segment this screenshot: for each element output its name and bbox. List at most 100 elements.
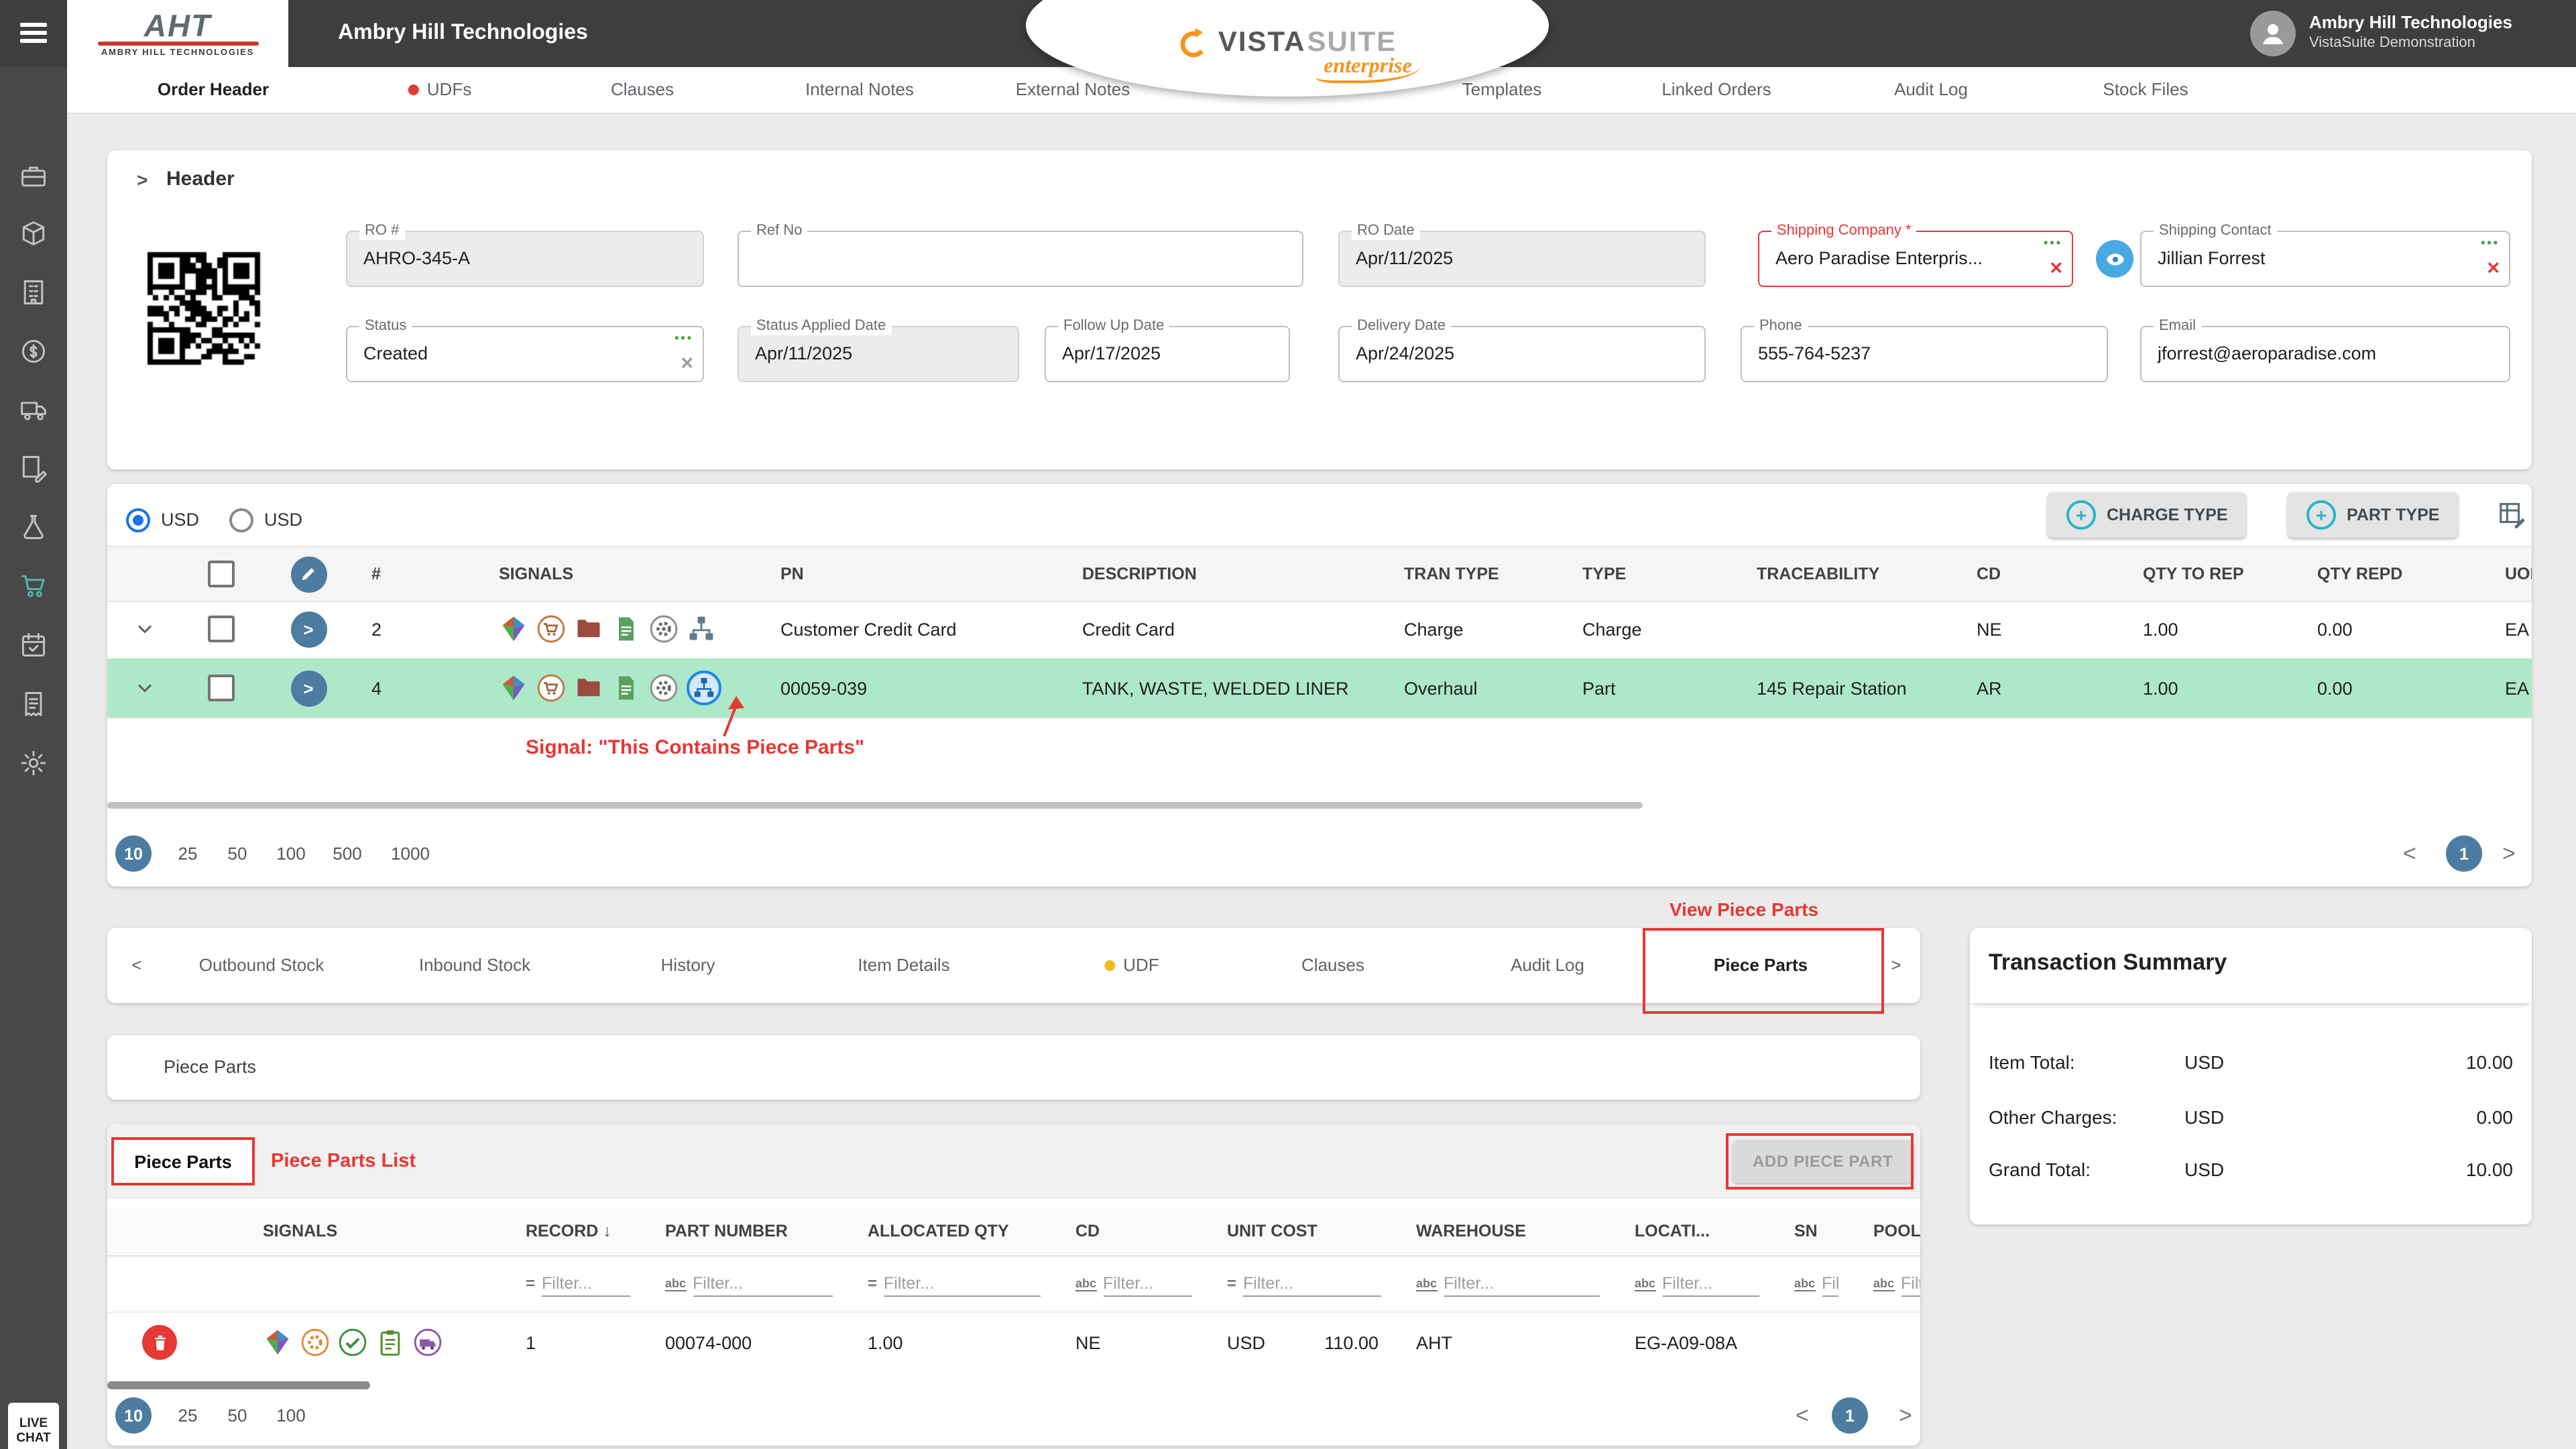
gear-signal-icon[interactable] xyxy=(649,673,679,703)
hamburger-menu-icon[interactable] xyxy=(20,23,47,44)
cd-filter-input[interactable] xyxy=(1103,1271,1192,1296)
horizontal-scrollbar[interactable] xyxy=(107,802,1643,809)
shipping-truck-icon[interactable] xyxy=(19,394,48,424)
phone-field[interactable]: Phone 555-764-5237 xyxy=(1741,326,2108,382)
detail-tabs-scroll-left-icon[interactable]: < xyxy=(131,928,141,1003)
calendar-check-icon[interactable] xyxy=(19,630,48,660)
van-signal-icon[interactable] xyxy=(413,1328,443,1357)
expand-row-icon[interactable] xyxy=(107,617,181,641)
numeric-filter-icon[interactable]: = xyxy=(1227,1277,1236,1290)
record-col-header[interactable]: RECORD ↓ xyxy=(510,1222,649,1240)
tab-linked-orders[interactable]: Linked Orders xyxy=(1661,67,1771,113)
cart-signal-icon[interactable] xyxy=(536,614,566,644)
follow-up-date-field[interactable]: Follow Up Date Apr/17/2025 xyxy=(1045,326,1290,382)
page-size-100[interactable]: 100 xyxy=(276,835,305,872)
unit-cost-filter-input[interactable] xyxy=(1243,1271,1381,1296)
tab-clauses[interactable]: Clauses xyxy=(611,67,674,113)
open-row-button[interactable]: > xyxy=(261,611,355,647)
expand-row-icon[interactable] xyxy=(107,676,181,700)
briefcase-icon[interactable] xyxy=(19,161,48,190)
sales-dollar-icon[interactable] xyxy=(19,337,48,366)
check-signal-icon[interactable] xyxy=(338,1328,367,1357)
detail-tab-udf[interactable]: UDF xyxy=(1104,928,1159,1003)
prev-page-icon[interactable]: < xyxy=(1796,1397,1809,1434)
page-size-50[interactable]: 50 xyxy=(228,1397,247,1434)
text-filter-icon[interactable]: abc xyxy=(665,1276,686,1291)
shipping-contact-field[interactable]: Shipping Contact Jillian Forrest ••• × xyxy=(2140,231,2510,287)
status-field[interactable]: Status Created ••• × xyxy=(346,326,704,382)
text-filter-icon[interactable]: abc xyxy=(1416,1276,1437,1291)
cart-signal-icon[interactable] xyxy=(536,673,566,703)
gem-signal-icon[interactable] xyxy=(499,614,528,644)
text-filter-icon[interactable]: abc xyxy=(1794,1276,1815,1291)
page-size-100[interactable]: 100 xyxy=(276,1397,305,1434)
current-page-button[interactable]: 1 xyxy=(2446,835,2482,872)
aht-logo[interactable]: AHT AMBRY HILL TECHNOLOGIES xyxy=(67,0,288,67)
next-page-icon[interactable]: > xyxy=(2502,835,2516,872)
detail-tab-audit-log[interactable]: Audit Log xyxy=(1511,928,1584,1003)
page-size-25[interactable]: 25 xyxy=(178,835,198,872)
next-page-icon[interactable]: > xyxy=(1899,1397,1912,1434)
shipping-company-field[interactable]: Shipping Company * Aero Paradise Enterpr… xyxy=(1758,231,2073,287)
page-size-50[interactable]: 50 xyxy=(228,835,247,872)
tab-stock-files[interactable]: Stock Files xyxy=(2103,67,2188,113)
email-field[interactable]: Email jforrest@aeroparadise.com xyxy=(2140,326,2510,382)
detail-tab-history[interactable]: History xyxy=(661,928,715,1003)
gear-orange-signal-icon[interactable] xyxy=(300,1328,330,1357)
shipping-contact-more-icon[interactable]: ••• xyxy=(2481,236,2500,249)
detail-tab-inbound-stock[interactable]: Inbound Stock xyxy=(419,928,530,1003)
row-checkbox[interactable] xyxy=(181,616,261,642)
page-size-10[interactable]: 10 xyxy=(115,1397,152,1434)
order-item-row-2-selected[interactable]: > 4 00059-039 TANK, WASTE, WELDED LINER … xyxy=(107,658,2532,719)
file-signal-icon[interactable] xyxy=(611,614,641,644)
order-item-row-1[interactable]: > 2 Customer Credit Card Credit Card Cha… xyxy=(107,599,2532,660)
live-chat-button[interactable]: LIVE CHAT xyxy=(8,1403,59,1449)
prev-page-icon[interactable]: < xyxy=(2403,835,2416,872)
sn-filter-input[interactable] xyxy=(1822,1271,1838,1296)
text-filter-icon[interactable]: abc xyxy=(1075,1276,1096,1291)
tab-order-header[interactable]: Order Header xyxy=(158,67,269,113)
folder-signal-icon[interactable] xyxy=(574,614,603,644)
sort-desc-icon[interactable]: ↓ xyxy=(603,1222,611,1240)
charge-type-button[interactable]: + CHARGE TYPE xyxy=(2048,492,2247,538)
part-number-filter-input[interactable] xyxy=(693,1271,833,1296)
currency-radio-usd-2[interactable] xyxy=(229,508,253,532)
delivery-date-field[interactable]: Delivery Date Apr/24/2025 xyxy=(1338,326,1706,382)
page-size-1000[interactable]: 1000 xyxy=(391,835,430,872)
status-more-icon[interactable]: ••• xyxy=(675,331,693,345)
currency-radio-usd-1[interactable] xyxy=(126,508,150,532)
gear-signal-icon[interactable] xyxy=(649,614,679,644)
detail-tabs-scroll-right-icon[interactable]: > xyxy=(1891,928,1901,1003)
detail-tab-clauses[interactable]: Clauses xyxy=(1301,928,1364,1003)
table-edit-icon[interactable] xyxy=(2497,499,2528,536)
settings-gear-icon[interactable] xyxy=(19,748,48,778)
edit-document-icon[interactable] xyxy=(19,453,48,483)
gem-signal-icon[interactable] xyxy=(263,1328,292,1357)
view-shipping-company-eye-button[interactable] xyxy=(2096,240,2133,278)
tab-udfs[interactable]: UDFs xyxy=(408,67,471,113)
folder-signal-icon[interactable] xyxy=(574,673,603,703)
text-filter-icon[interactable]: abc xyxy=(1873,1276,1894,1291)
warehouse-filter-input[interactable] xyxy=(1444,1271,1600,1296)
gem-signal-icon[interactable] xyxy=(499,673,528,703)
building-icon[interactable] xyxy=(19,278,48,307)
text-filter-icon[interactable]: abc xyxy=(1635,1276,1655,1291)
shipping-contact-clear-icon[interactable]: × xyxy=(2487,259,2500,280)
ref-no-field[interactable]: Ref No xyxy=(738,231,1303,287)
user-menu[interactable]: Ambry Hill Technologies VistaSuite Demon… xyxy=(2250,11,2512,56)
shopping-cart-icon[interactable] xyxy=(19,571,48,601)
record-filter-input[interactable] xyxy=(542,1271,630,1296)
page-size-500[interactable]: 500 xyxy=(333,835,361,872)
horizontal-scrollbar[interactable] xyxy=(107,1381,370,1389)
detail-tab-outbound-stock[interactable]: Outbound Stock xyxy=(199,928,324,1003)
detail-tab-item-details[interactable]: Item Details xyxy=(858,928,949,1003)
piece-parts-signal-icon[interactable] xyxy=(687,614,716,644)
delete-piece-part-button[interactable] xyxy=(142,1325,177,1360)
shipping-company-more-icon[interactable]: ••• xyxy=(2044,236,2062,249)
location-filter-input[interactable] xyxy=(1662,1271,1759,1296)
user-avatar-icon[interactable] xyxy=(2250,11,2296,56)
current-page-button[interactable]: 1 xyxy=(1832,1397,1868,1434)
page-size-25[interactable]: 25 xyxy=(178,1397,198,1434)
select-all-checkbox[interactable] xyxy=(181,561,261,587)
file-signal-icon[interactable] xyxy=(611,673,641,703)
